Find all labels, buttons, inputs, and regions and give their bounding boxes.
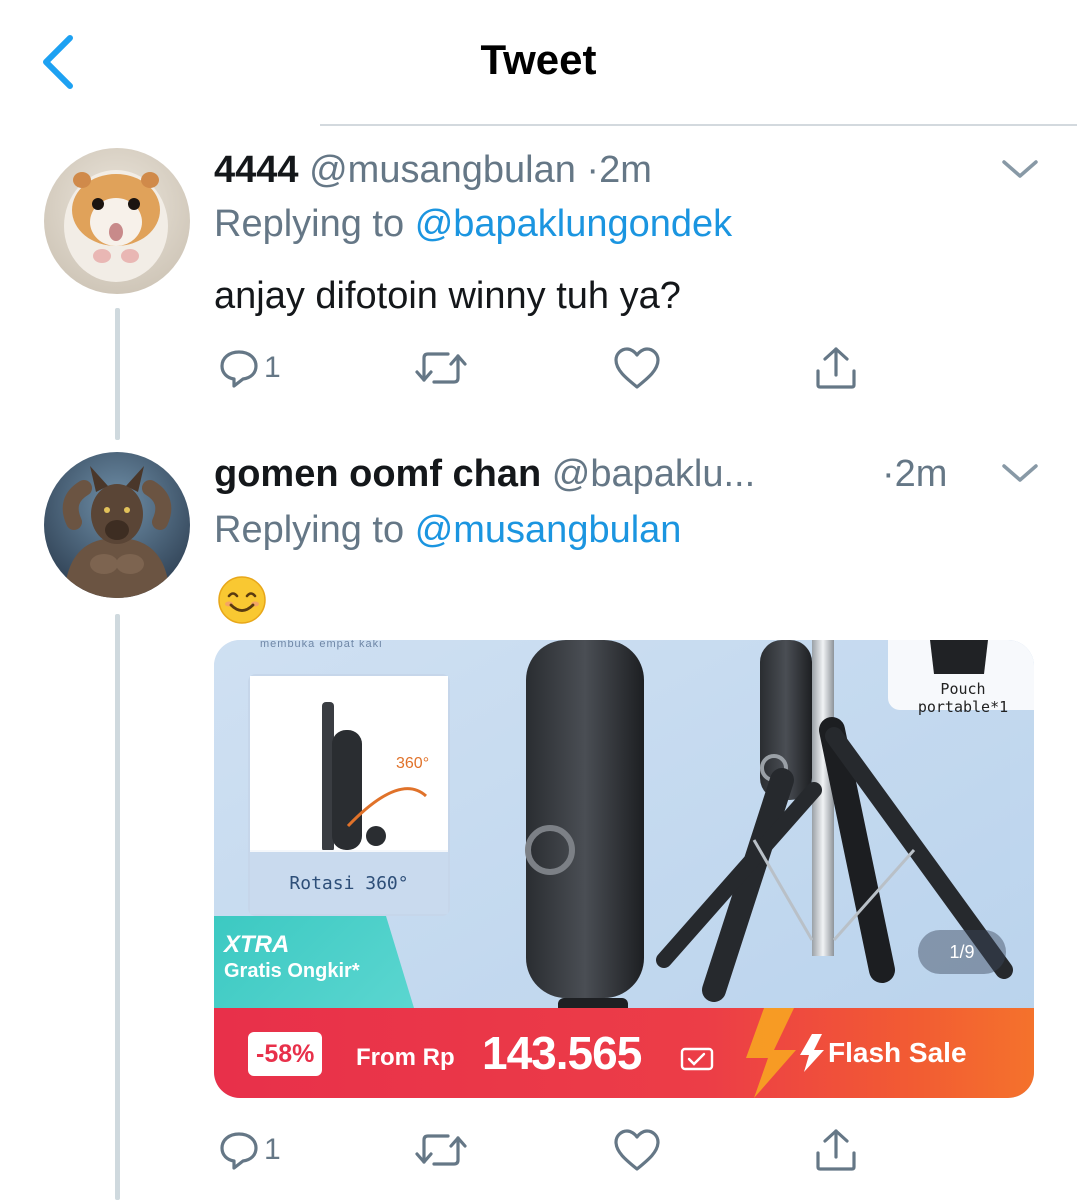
flash-sale-label: Flash Sale — [798, 1030, 967, 1076]
reply-icon — [220, 350, 258, 388]
tweet-actions: 1 — [214, 342, 874, 394]
reply-icon — [220, 1132, 258, 1170]
tweet-header: gomen oomf chan @bapaklu... — [214, 452, 755, 496]
replying-to-link[interactable]: @bapaklungondek — [415, 203, 733, 245]
smiling-face-emoji — [218, 576, 266, 624]
lightning-icon — [800, 1034, 824, 1072]
pouch-label: Pouch portable*1 — [917, 680, 1009, 716]
tweet-text: anjay difotoin winny tuh ya? — [214, 275, 681, 317]
price-bar: -58% From Rp 143.565 Flash Sale — [214, 1008, 1034, 1098]
voucher-icon — [680, 1047, 714, 1071]
like-button[interactable] — [612, 1124, 662, 1176]
top-nav-bar: Tweet — [0, 0, 1077, 126]
reply-count: 1 — [264, 351, 281, 384]
from-label: From Rp — [356, 1044, 455, 1071]
rotation-inset-card: 360° Rotasi 360° — [248, 674, 450, 916]
price-value: 143.565 — [482, 1027, 642, 1079]
share-icon — [816, 347, 856, 389]
display-name[interactable]: gomen oomf chan — [214, 453, 541, 495]
tweet-time: ·2m — [882, 452, 947, 496]
reply-button[interactable]: 1 — [218, 342, 281, 394]
inset-top-label: membuka empat kaki — [260, 640, 383, 650]
page-title: Tweet — [480, 36, 597, 83]
heart-icon — [614, 1129, 660, 1171]
discount-badge: -58% — [248, 1032, 323, 1076]
thread-line — [115, 614, 120, 1200]
pouch-image — [930, 640, 988, 674]
retweet-icon — [415, 352, 467, 384]
replying-to: Replying to @musangbulan — [214, 508, 681, 552]
separator-dot: · — [586, 149, 600, 191]
user-handle[interactable]: @bapaklu... — [552, 453, 755, 495]
hamster-avatar[interactable] — [44, 148, 190, 294]
slide-counter: 1/9 — [918, 930, 1006, 974]
heart-icon — [614, 347, 660, 389]
tweet-header: 4444 @musangbulan ·2m — [214, 148, 652, 192]
share-button[interactable] — [812, 342, 860, 394]
chevron-down-icon — [1002, 464, 1038, 482]
replying-to-label: Replying to — [214, 203, 405, 245]
tweet-menu-button[interactable] — [998, 458, 1042, 488]
tweet-actions: 1 — [214, 1124, 874, 1176]
rotation-inset-image: 360° — [250, 676, 448, 850]
replying-to-label: Replying to — [214, 509, 405, 551]
timestamp[interactable]: 2m — [895, 453, 948, 495]
replying-to-link[interactable]: @musangbulan — [415, 509, 682, 551]
reply-count: 1 — [264, 1133, 281, 1166]
share-button[interactable] — [812, 1124, 860, 1176]
timestamp[interactable]: 2m — [599, 149, 652, 191]
tweet-media-image[interactable]: membuka empat kaki 360° Rotasi 360° Pouc… — [214, 640, 1034, 1098]
thread-line — [115, 308, 120, 440]
retweet-icon — [415, 1134, 467, 1166]
retweet-button[interactable] — [414, 1124, 468, 1176]
rotation-label: 360° — [396, 755, 429, 772]
retweet-button[interactable] — [414, 342, 468, 394]
xtra-title: XTRA — [224, 931, 290, 958]
xtra-subtitle: Gratis Ongkir* — [224, 960, 360, 982]
chevron-down-icon — [1002, 160, 1038, 178]
werewolf-avatar[interactable] — [44, 452, 190, 598]
xtra-free-shipping-badge: XTRA Gratis Ongkir* — [214, 916, 414, 1008]
share-icon — [816, 1129, 856, 1171]
tweet-menu-button[interactable] — [998, 154, 1042, 184]
user-handle[interactable]: @musangbulan — [309, 149, 576, 191]
display-name[interactable]: 4444 — [214, 149, 299, 191]
like-button[interactable] — [612, 342, 662, 394]
replying-to: Replying to @bapaklungondek — [214, 202, 732, 246]
separator-dot: · — [882, 453, 895, 495]
flash-sale-text: Flash Sale — [828, 1037, 967, 1068]
header-divider — [320, 124, 1077, 126]
reply-button[interactable]: 1 — [218, 1124, 281, 1176]
inset-caption: Rotasi 360° — [250, 852, 448, 914]
